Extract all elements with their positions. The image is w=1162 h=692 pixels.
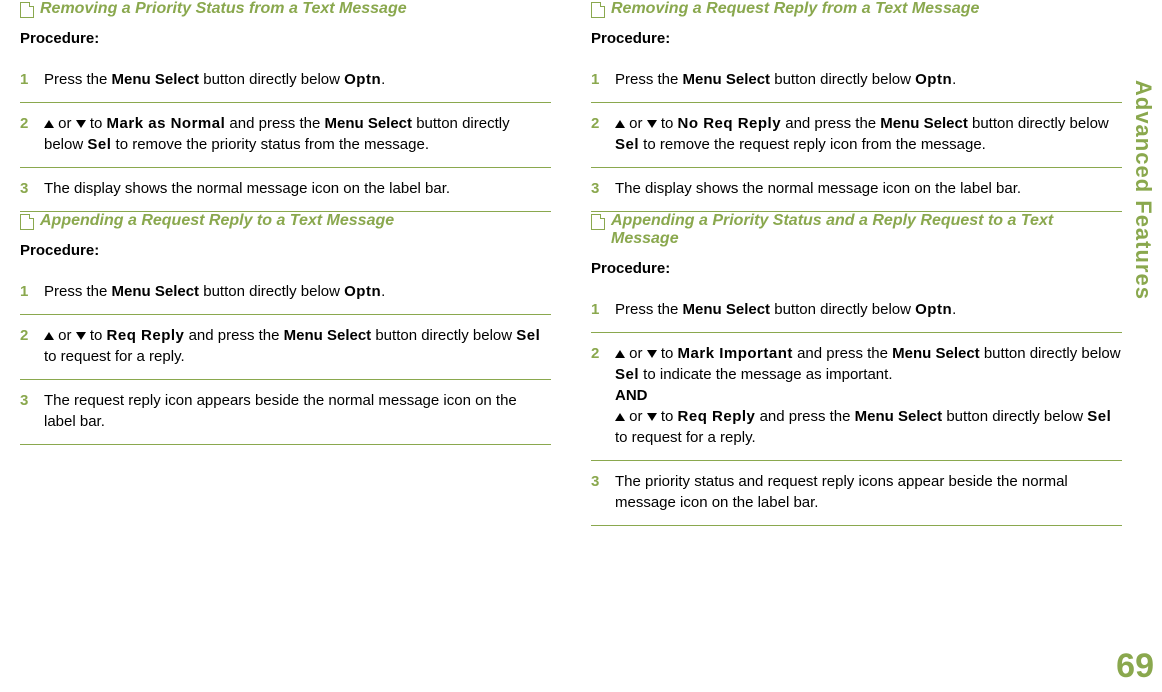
section-title-text: Appending a Priority Status and a Reply … xyxy=(611,212,1122,248)
menu-select-label: Menu Select xyxy=(112,71,200,88)
section-title: Appending a Request Reply to a Text Mess… xyxy=(20,212,551,230)
section-title: Appending a Priority Status and a Reply … xyxy=(591,212,1122,248)
menu-select-label: Menu Select xyxy=(892,345,980,362)
step-body: Press the Menu Select button directly be… xyxy=(615,299,1122,320)
arrow-down-icon xyxy=(76,332,86,340)
procedure-label: Procedure: xyxy=(20,30,551,47)
optn-label: Optn xyxy=(344,71,381,88)
step-body: Press the Menu Select button directly be… xyxy=(44,281,551,302)
step-body: The priority status and request reply ic… xyxy=(615,471,1122,513)
sel-label: Sel xyxy=(615,366,639,383)
procedure-step: 3 The display shows the normal message ic… xyxy=(20,168,551,212)
step-number: 3 xyxy=(20,178,34,199)
procedure-step: 1 Press the Menu Select button directly b… xyxy=(20,59,551,103)
page-number: 69 xyxy=(1116,647,1154,686)
procedure-step: 3The request reply icon appears beside t… xyxy=(20,380,551,445)
optn-label: Optn xyxy=(915,301,952,318)
menu-select-label: Menu Select xyxy=(855,408,943,425)
menu-select-label: Menu Select xyxy=(683,71,771,88)
step-body: The display shows the normal message ico… xyxy=(615,178,1122,199)
arrow-down-icon xyxy=(647,120,657,128)
sel-label: Sel xyxy=(516,327,540,344)
section-title-text: Removing a Priority Status from a Text M… xyxy=(40,0,407,18)
arrow-down-icon xyxy=(76,120,86,128)
procedure-step: 2 or to No Req Reply and press the Menu … xyxy=(591,103,1122,168)
step-number: 1 xyxy=(20,69,34,90)
step-number: 1 xyxy=(20,281,34,302)
step-body: or to No Req Reply and press the Menu Se… xyxy=(615,113,1122,155)
procedure-label: Procedure: xyxy=(591,260,1122,277)
arrow-up-icon xyxy=(44,332,54,340)
procedure-label: Procedure: xyxy=(20,242,551,259)
menu-select-label: Menu Select xyxy=(284,327,372,344)
arrow-up-icon xyxy=(615,120,625,128)
and-label: AND xyxy=(615,387,648,404)
optn-label: Optn xyxy=(344,283,381,300)
document-icon xyxy=(591,214,605,230)
step-body: Press the Menu Select button directly be… xyxy=(44,69,551,90)
req-reply-label: Req Reply xyxy=(107,327,185,344)
procedure-step: 2 or to Mark as Normal and press the Men… xyxy=(20,103,551,168)
arrow-up-icon xyxy=(615,350,625,358)
step-number: 2 xyxy=(591,113,605,155)
req-reply-label: Req Reply xyxy=(678,408,756,425)
step-number: 2 xyxy=(591,343,605,448)
side-section-label: Advanced Features xyxy=(1130,80,1156,300)
document-icon xyxy=(591,2,605,18)
step-body: Press the Menu Select button directly be… xyxy=(615,69,1122,90)
no-req-reply-label: No Req Reply xyxy=(678,115,782,132)
step-body: or to Mark as Normal and press the Menu … xyxy=(44,113,551,155)
step-body: The request reply icon appears beside th… xyxy=(44,390,551,432)
sel-label: Sel xyxy=(87,136,111,153)
menu-select-label: Menu Select xyxy=(683,301,771,318)
sel-label: Sel xyxy=(615,136,639,153)
step-number: 2 xyxy=(20,325,34,367)
menu-select-label: Menu Select xyxy=(880,115,968,132)
procedure-step: 1 Press the Menu Select button directly b… xyxy=(591,59,1122,103)
step-body: or to Mark Important and press the Menu … xyxy=(615,343,1122,448)
arrow-up-icon xyxy=(44,120,54,128)
arrow-up-icon xyxy=(615,413,625,421)
step-number: 1 xyxy=(591,69,605,90)
section-title: Removing a Priority Status from a Text M… xyxy=(20,0,551,18)
step-number: 3 xyxy=(20,390,34,432)
mark-important-label: Mark Important xyxy=(678,345,793,362)
section-title-text: Appending a Request Reply to a Text Mess… xyxy=(40,212,394,230)
step-number: 2 xyxy=(20,113,34,155)
procedure-step: 1 Press the Menu Select button directly b… xyxy=(591,289,1122,333)
step-body: or to Req Reply and press the Menu Selec… xyxy=(44,325,551,367)
procedure-step: 2 or to Req Reply and press the Menu Sel… xyxy=(20,315,551,380)
step-body: The display shows the normal message ico… xyxy=(44,178,551,199)
sel-label: Sel xyxy=(1087,408,1111,425)
mark-as-normal-label: Mark as Normal xyxy=(107,115,226,132)
procedure-step: 2 or to Mark Important and press the Men… xyxy=(591,333,1122,461)
procedure-step: 3 The display shows the normal message ic… xyxy=(591,168,1122,212)
procedure-step: 1 Press the Menu Select button directly b… xyxy=(20,271,551,315)
optn-label: Optn xyxy=(915,71,952,88)
step-number: 1 xyxy=(591,299,605,320)
arrow-down-icon xyxy=(647,350,657,358)
arrow-down-icon xyxy=(647,413,657,421)
document-icon xyxy=(20,2,34,18)
menu-select-label: Menu Select xyxy=(112,283,200,300)
step-number: 3 xyxy=(591,178,605,199)
procedure-label: Procedure: xyxy=(591,30,1122,47)
menu-select-label: Menu Select xyxy=(325,115,413,132)
step-number: 3 xyxy=(591,471,605,513)
document-icon xyxy=(20,214,34,230)
section-title: Removing a Request Reply from a Text Mes… xyxy=(591,0,1122,18)
section-title-text: Removing a Request Reply from a Text Mes… xyxy=(611,0,979,18)
procedure-step: 3The priority status and request reply i… xyxy=(591,461,1122,526)
